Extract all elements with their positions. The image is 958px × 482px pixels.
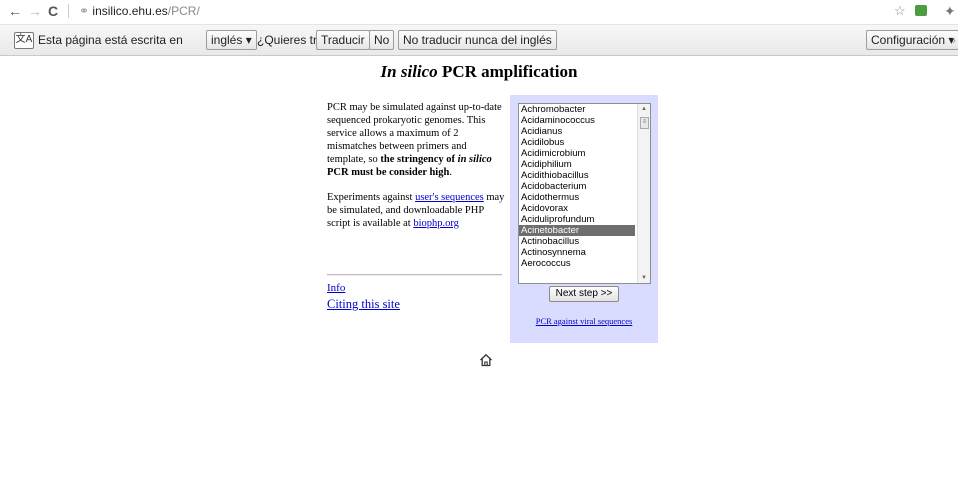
no-translate-button[interactable]: No xyxy=(369,30,395,50)
experiments-text-1: Experiments against xyxy=(327,192,416,203)
intro-bold-1: the stringency of xyxy=(380,154,458,165)
page-info-icon[interactable]: ⚭ xyxy=(79,4,89,18)
genus-option[interactable]: Acidiphilium xyxy=(519,159,635,170)
genus-option[interactable]: Acidianus xyxy=(519,126,635,137)
listbox-scrollbar[interactable]: ▲ ≡ ▼ xyxy=(637,104,650,283)
user-sequences-link[interactable]: user's sequences xyxy=(415,192,484,203)
home-icon[interactable] xyxy=(479,353,493,367)
genus-option[interactable]: Aerococcus xyxy=(519,258,635,269)
genus-option[interactable]: Acidobacterium xyxy=(519,181,635,192)
translate-prefix: Esta página está escrita en xyxy=(38,33,183,47)
intro-bold-2: PCR must be consider high xyxy=(327,167,450,178)
genus-option[interactable]: Acidaminococcus xyxy=(519,115,635,126)
scroll-thumb[interactable]: ≡ xyxy=(640,117,649,129)
language-dropdown[interactable]: inglés ▾ xyxy=(206,30,257,50)
biophp-link[interactable]: biophp.org xyxy=(413,218,459,229)
intro-end: . xyxy=(449,167,452,178)
page-title: In silico PCR amplification xyxy=(0,62,958,82)
genus-option[interactable]: Achromobacter xyxy=(519,104,635,115)
reload-icon[interactable]: C xyxy=(48,3,58,19)
citing-link[interactable]: Citing this site xyxy=(327,297,400,312)
info-link[interactable]: Info xyxy=(327,282,345,294)
translate-infobar: 文A Esta página está escrita en inglés ▾ … xyxy=(0,25,958,56)
section-divider xyxy=(327,274,502,276)
intro-paragraph: PCR may be simulated against up-to-date … xyxy=(327,101,505,179)
genus-option[interactable]: Acidimicrobium xyxy=(519,148,635,159)
forward-arrow-icon[interactable]: → xyxy=(28,3,42,19)
menu-wrench-icon[interactable]: ✦ xyxy=(944,3,956,19)
genus-option[interactable]: Acidithiobacillus xyxy=(519,170,635,181)
viral-pcr-link[interactable]: PCR against viral sequences xyxy=(510,316,658,326)
page-title-rest: PCR amplification xyxy=(437,62,578,81)
browser-nav-bar: ← → C ⚭ insilico.ehu.es/PCR/ ☆ ✦ xyxy=(0,0,958,25)
url-path: /PCR/ xyxy=(167,4,200,18)
translate-icon: 文A xyxy=(14,32,34,49)
genus-option[interactable]: Acidilobus xyxy=(519,137,635,148)
translate-button[interactable]: Traducir xyxy=(316,30,370,50)
description-column: PCR may be simulated against up-to-date … xyxy=(327,101,505,242)
intro-bold-italic: in silico xyxy=(457,154,492,165)
bookmark-star-icon[interactable]: ☆ xyxy=(894,3,906,19)
scroll-down-icon[interactable]: ▼ xyxy=(638,275,650,281)
genus-option[interactable]: Aciduliprofundum xyxy=(519,214,635,225)
address-bar[interactable]: ⚭ insilico.ehu.es/PCR/ xyxy=(79,4,200,18)
genus-option[interactable]: Actinobacillus xyxy=(519,236,635,247)
close-infobar-icon[interactable]: › xyxy=(952,33,956,47)
url-separator xyxy=(68,4,69,18)
translate-settings-button[interactable]: Configuración ▾ xyxy=(866,30,958,50)
experiments-paragraph: Experiments against user's sequences may… xyxy=(327,191,505,230)
url-host: insilico.ehu.es xyxy=(92,4,168,18)
genus-listbox[interactable]: Achromobacter Acidaminococcus Acidianus Aci… xyxy=(518,103,651,284)
genus-option[interactable]: Acidothermus xyxy=(519,192,635,203)
back-arrow-icon[interactable]: ← xyxy=(8,3,22,19)
never-translate-button[interactable]: No traducir nunca del inglés xyxy=(398,30,557,50)
extension-icon[interactable] xyxy=(915,5,927,16)
page-title-italic: In silico xyxy=(380,62,438,81)
next-step-button[interactable]: Next step >> xyxy=(549,286,619,302)
genus-selection-panel: Achromobacter Acidaminococcus Acidianus Aci… xyxy=(510,95,658,343)
genus-option[interactable]: Acidovorax xyxy=(519,203,635,214)
genus-option[interactable]: Actinosynnema xyxy=(519,247,635,258)
scroll-up-icon[interactable]: ▲ xyxy=(638,106,650,112)
genus-option[interactable]: Acinetobacter xyxy=(519,225,635,236)
